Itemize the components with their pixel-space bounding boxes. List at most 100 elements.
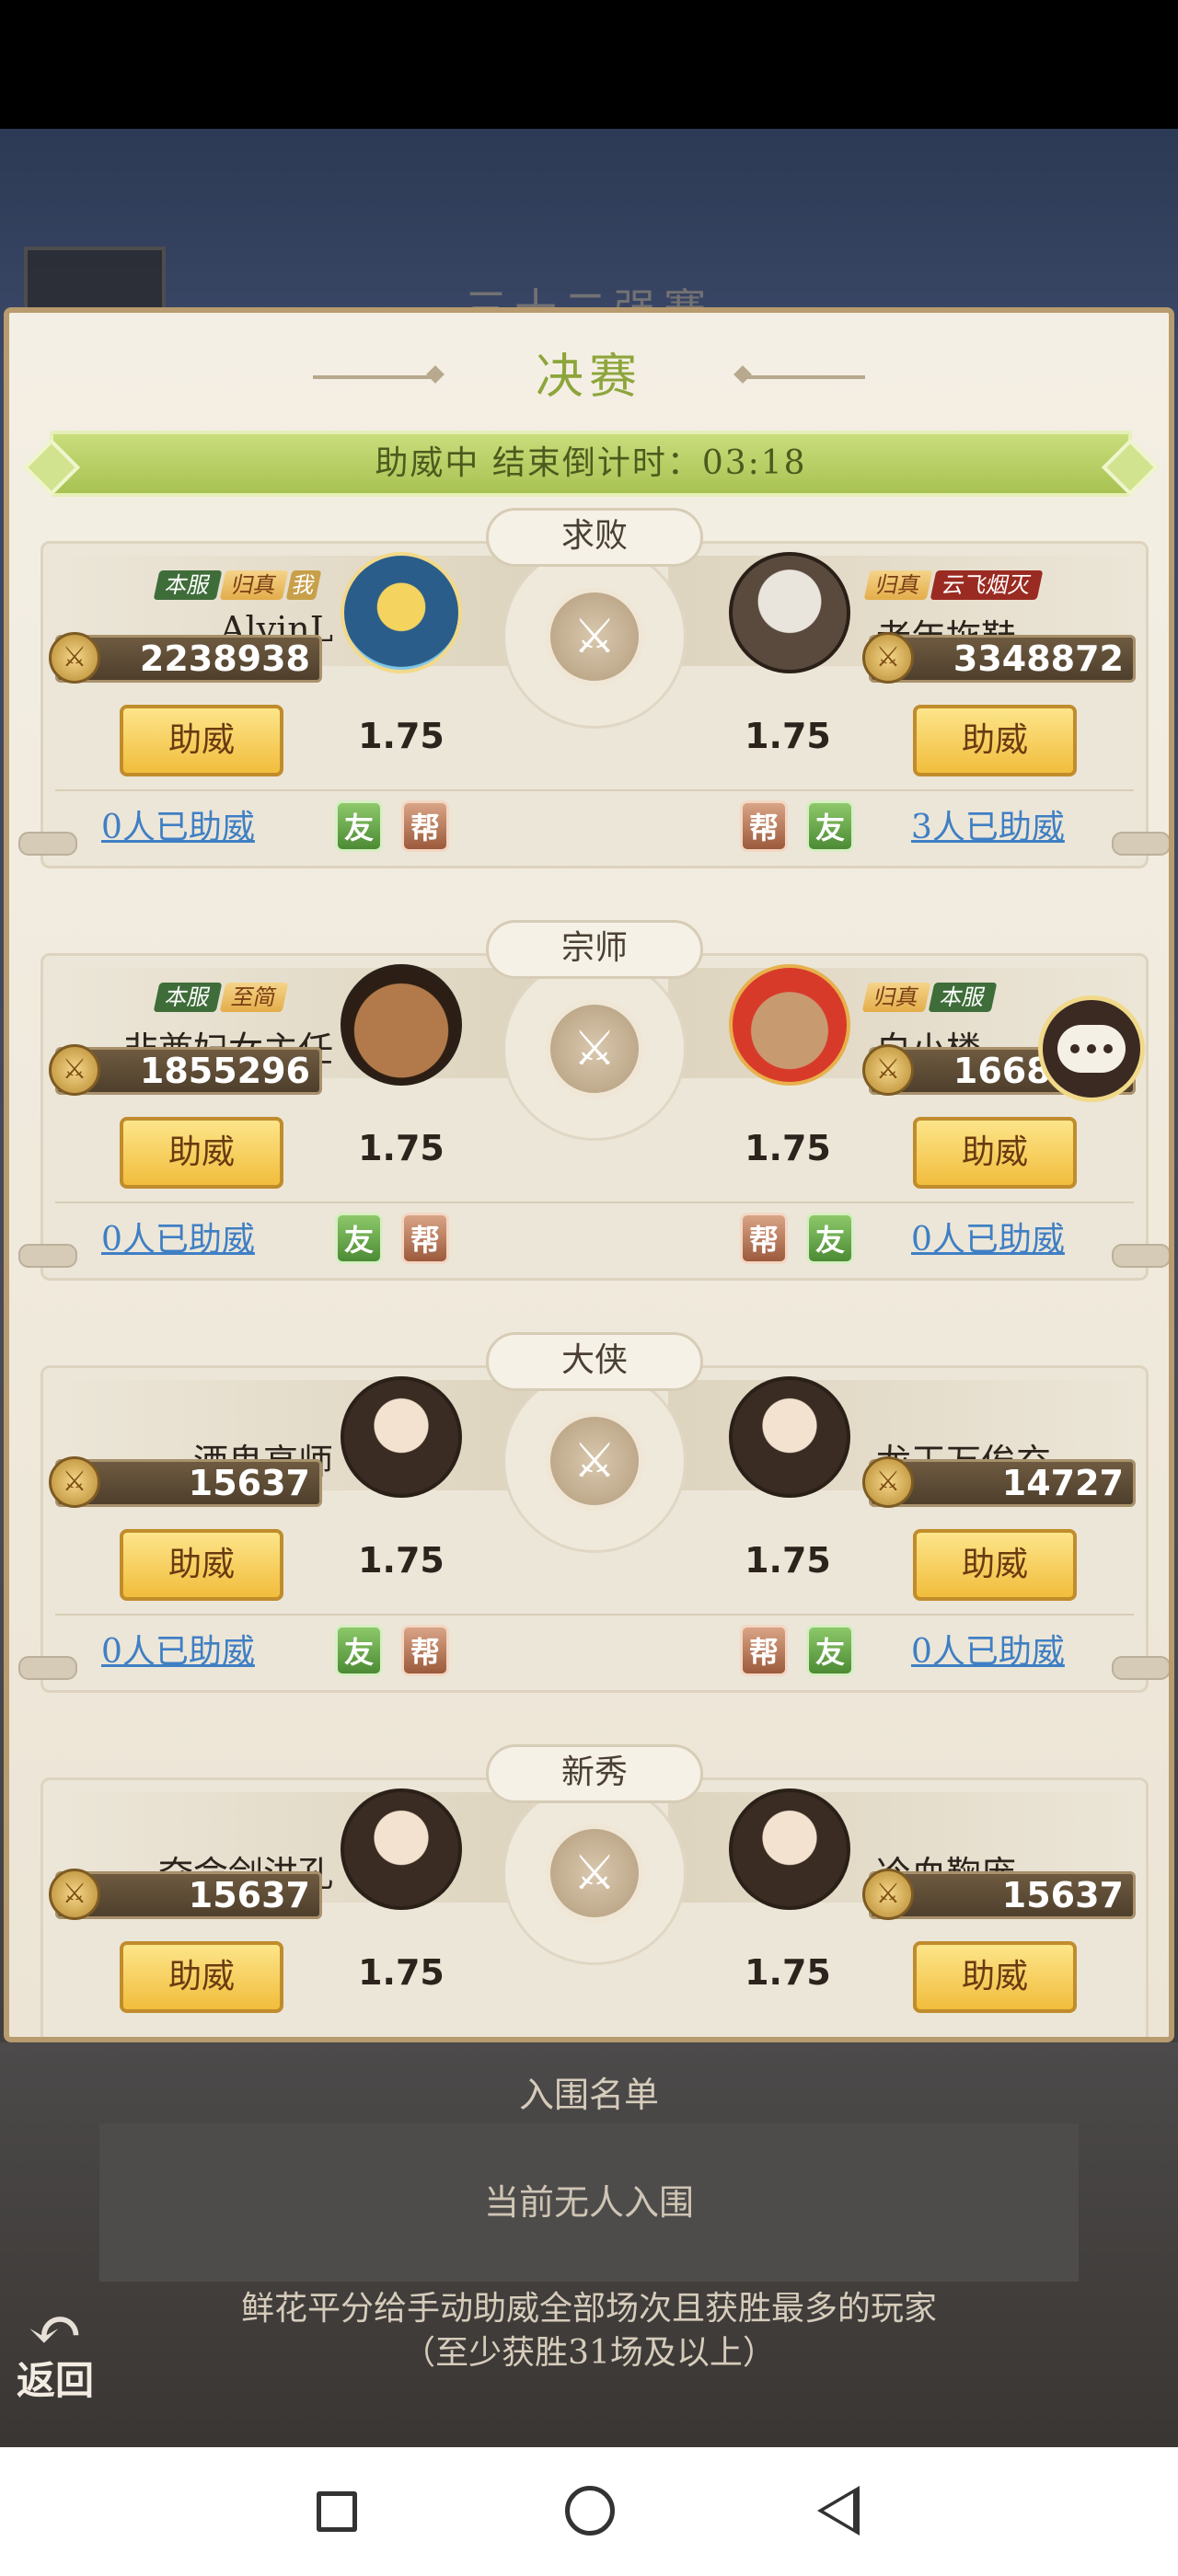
match-card: ⚔ 新秀 夺命剑洪孔 ⚔ 15637 助威 1.75 冷血鞠庞 ⚔ 15637 … xyxy=(28,1744,1161,2037)
friend-tag-icon[interactable]: 友 xyxy=(335,800,383,852)
countdown-banner: 助威中 结束倒计时：03:18 xyxy=(50,431,1132,497)
left-player-badges: 本服 归真我 xyxy=(153,570,322,600)
right-odds: 1.75 xyxy=(745,1128,831,1168)
recent-apps-icon[interactable] xyxy=(317,2491,357,2532)
match-card: ⚔ 求败 AlvinL ⚔ 2238938 助威 1.75 老年拖鞋 ⚔ 334… xyxy=(18,508,1169,872)
panel-header: 决赛 xyxy=(9,340,1169,414)
friend-tag-icon[interactable]: 友 xyxy=(335,1213,383,1264)
power-coin-icon: ⚔ xyxy=(862,1869,914,1920)
right-odds: 1.75 xyxy=(745,1952,831,1993)
tier-label: 求败 xyxy=(486,508,703,567)
right-supporters-link[interactable]: 3人已助威 xyxy=(911,800,1065,848)
guild-tag-icon[interactable]: 帮 xyxy=(740,1625,788,1676)
left-cheer-button[interactable]: 助威 xyxy=(120,1529,283,1601)
card-divider xyxy=(55,1614,1134,1616)
crossed-swords-icon: ⚔ xyxy=(545,587,644,686)
crossed-swords-icon: ⚔ xyxy=(545,1411,644,1511)
home-icon[interactable] xyxy=(565,2486,615,2536)
right-player-power: ⚔ 3348872 xyxy=(862,632,1136,684)
left-player-power: ⚔ 1855296 xyxy=(49,1044,322,1096)
left-supporters-link[interactable]: 0人已助威 xyxy=(101,1625,255,1673)
left-player-avatar[interactable] xyxy=(341,1376,462,1498)
left-player-power: ⚔ 15637 xyxy=(49,1869,322,1920)
power-coin-icon: ⚔ xyxy=(49,1456,100,1508)
player-badge: 本服 xyxy=(928,983,998,1012)
right-supporters-link[interactable]: 0人已助威 xyxy=(911,1625,1065,1673)
qualified-list-title: 入围名单 xyxy=(518,2075,659,2115)
left-player-power: ⚔ 2238938 xyxy=(49,632,322,684)
crossed-swords-icon: ⚔ xyxy=(545,999,644,1098)
right-cheer-button[interactable]: 助威 xyxy=(913,705,1077,776)
scroll-ornament-left xyxy=(18,1656,77,1680)
left-player-power: ⚔ 15637 xyxy=(49,1456,322,1508)
card-divider xyxy=(55,789,1134,791)
tier-label: 新秀 xyxy=(486,1744,703,1803)
left-odds: 1.75 xyxy=(358,1128,445,1168)
guild-tag-icon[interactable]: 帮 xyxy=(401,1625,449,1676)
right-player-badges: 归真 云飞烟灭 xyxy=(863,570,1044,600)
match-card: ⚔ 大侠 酒鬼高师 ⚔ 15637 助威 1.75 龙王万俟充 ⚔ 14727 … xyxy=(18,1332,1169,1696)
panel-title: 决赛 xyxy=(535,350,642,405)
left-cheer-button[interactable]: 助威 xyxy=(120,705,283,776)
left-cheer-button[interactable]: 助威 xyxy=(120,1941,283,2013)
player-badge: 归真 xyxy=(861,983,931,1012)
qualified-list: 当前无人入围 xyxy=(99,2123,1079,2282)
final-panel: 决赛 助威中 结束倒计时：03:18 ⚔ 求败 AlvinL ⚔ 2238938… xyxy=(4,307,1174,2042)
right-supporters-link[interactable]: 0人已助威 xyxy=(911,1213,1065,1260)
nav-back-icon[interactable] xyxy=(817,2486,860,2536)
scroll-ornament-right xyxy=(1112,832,1169,856)
scroll-ornament-right xyxy=(1112,1244,1169,1268)
scroll-ornament-right xyxy=(1112,1656,1169,1680)
scroll-ornament-left xyxy=(18,832,77,856)
power-coin-icon: ⚔ xyxy=(49,1869,100,1920)
left-player-avatar[interactable] xyxy=(341,964,462,1086)
power-coin-icon: ⚔ xyxy=(862,632,914,684)
left-player-avatar[interactable] xyxy=(341,1788,462,1910)
me-tag: 我 xyxy=(285,570,322,600)
friend-tag-icon[interactable]: 友 xyxy=(806,800,854,852)
right-cheer-button[interactable]: 助威 xyxy=(913,1529,1077,1601)
card-divider xyxy=(55,1202,1134,1203)
back-button[interactable]: ↶ 返回 xyxy=(11,2285,121,2405)
guild-tag-icon[interactable]: 帮 xyxy=(740,800,788,852)
left-cheer-button[interactable]: 助威 xyxy=(120,1117,283,1189)
friend-tag-icon[interactable]: 友 xyxy=(335,1625,383,1676)
tier-label: 大侠 xyxy=(486,1332,703,1391)
right-player-badges: 归真 本服 xyxy=(861,983,998,1012)
player-badge: 归真 xyxy=(863,570,933,600)
guild-tag-icon[interactable]: 帮 xyxy=(401,1213,449,1264)
right-player-avatar[interactable] xyxy=(729,964,850,1086)
right-player-power: ⚔ 14727 xyxy=(862,1456,1136,1508)
crossed-swords-icon: ⚔ xyxy=(545,1823,644,1923)
left-supporters-link[interactable]: 0人已助威 xyxy=(101,1213,255,1260)
right-player-power: ⚔ 15637 xyxy=(862,1869,1136,1920)
right-player-avatar[interactable] xyxy=(729,1788,850,1910)
match-card: ⚔ 宗师 非酋妇女主任 ⚔ 1855296 助威 1.75 白小楼 ⚔ 1668… xyxy=(18,920,1169,1284)
right-cheer-button[interactable]: 助威 xyxy=(913,1117,1077,1189)
back-label: 返回 xyxy=(17,2358,95,2403)
guild-tag-icon[interactable]: 帮 xyxy=(740,1213,788,1264)
right-cheer-button[interactable]: 助威 xyxy=(913,1941,1077,2013)
left-odds: 1.75 xyxy=(358,716,445,756)
scroll-ornament-left xyxy=(18,1244,77,1268)
right-player-avatar[interactable] xyxy=(729,1376,850,1498)
right-odds: 1.75 xyxy=(745,716,831,756)
left-odds: 1.75 xyxy=(358,1540,445,1581)
power-coin-icon: ⚔ xyxy=(49,1044,100,1096)
power-coin-icon: ⚔ xyxy=(862,1044,914,1096)
title-ornament-left xyxy=(313,375,433,379)
tier-label: 宗师 xyxy=(486,920,703,979)
right-odds: 1.75 xyxy=(745,1540,831,1581)
reward-rule-text: 鲜花平分给手动助威全部场次且获胜最多的玩家（至少获胜31场及以上） xyxy=(240,2290,937,2372)
chat-icon[interactable] xyxy=(1038,995,1145,1102)
left-supporters-link[interactable]: 0人已助威 xyxy=(101,800,255,848)
friend-tag-icon[interactable]: 友 xyxy=(806,1213,854,1264)
left-player-avatar[interactable] xyxy=(341,552,462,673)
guild-tag-icon[interactable]: 帮 xyxy=(401,800,449,852)
left-odds: 1.75 xyxy=(358,1952,445,1993)
friend-tag-icon[interactable]: 友 xyxy=(806,1625,854,1676)
power-coin-icon: ⚔ xyxy=(862,1456,914,1508)
player-badge: 本服 xyxy=(153,983,223,1012)
title-ornament-right xyxy=(745,375,865,379)
right-player-avatar[interactable] xyxy=(729,552,850,673)
